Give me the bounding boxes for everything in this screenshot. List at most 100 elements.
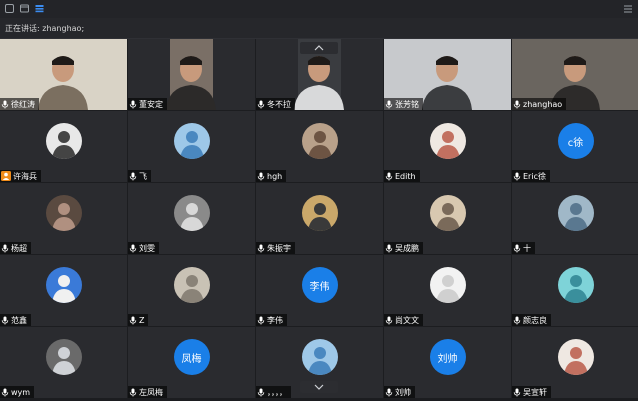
avatar-image [45,123,82,159]
participant-tile[interactable]: 刘雯 [128,183,255,254]
avatar-image [557,339,594,375]
avatar-text: 刘帅 [437,353,458,365]
fullscreen-icon[interactable] [19,3,30,14]
participant-tile[interactable]: 李伟 李伟 [256,255,383,326]
microphone-icon[interactable] [257,316,265,325]
participant-label: 冬不拉 [256,98,295,110]
microphone-icon[interactable] [1,244,9,253]
participant-label: Eric徐 [512,170,550,182]
participant-name: 杨超 [11,243,27,253]
participant-tile[interactable]: hgh [256,111,383,182]
participant-name: ，，，， [267,387,287,397]
microphone-icon[interactable] [513,172,521,181]
microphone-icon[interactable] [129,244,137,253]
microphone-icon[interactable] [1,388,9,397]
participant-name: 十 [523,243,531,253]
participant-label: 张芳铭 [384,98,423,110]
microphone-icon[interactable] [513,316,521,325]
participant-label: 十 [512,242,535,254]
avatar-image [45,339,82,375]
avatar: 李伟 [301,267,338,303]
participant-tile[interactable]: zhanghao [512,39,638,110]
participant-name: 刘雯 [139,243,155,253]
participant-tile[interactable]: c徐 Eric徐 [512,111,638,182]
participant-label: ，，，， [256,386,291,398]
microphone-icon[interactable] [513,100,521,109]
avatar-image [557,195,594,231]
speaking-bar: 正在讲话: zhanghao; [0,18,638,39]
participant-tile[interactable]: 飞 [128,111,255,182]
avatar: 刘帅 [429,339,466,375]
microphone-icon[interactable] [1,100,9,109]
microphone-icon[interactable] [513,244,521,253]
avatar: 凤梅 [173,339,210,375]
participant-name: 飞 [139,171,147,181]
participant-label: 许海兵 [0,170,41,182]
microphone-icon[interactable] [385,388,393,397]
participant-tile[interactable]: wym [0,327,127,398]
microphone-icon[interactable] [513,388,521,397]
participant-tile[interactable]: 凤梅 左凤梅 [128,327,255,398]
participant-tile[interactable]: 董安定 [128,39,255,110]
participant-label: hgh [256,170,287,182]
participant-tile[interactable]: 颜志良 [512,255,638,326]
participant-label: 刘帅 [384,386,415,398]
participant-name: 董安定 [139,99,163,109]
avatar-image [301,123,338,159]
participant-tile[interactable]: 范鑫 [0,255,127,326]
microphone-icon[interactable] [385,100,393,109]
avatar [557,195,594,231]
avatar [45,195,82,231]
microphone-icon[interactable] [257,172,265,181]
avatar [173,123,210,159]
participant-name: 徐红涛 [11,99,35,109]
scroll-up-button[interactable] [300,42,338,54]
participant-tile[interactable]: 刘帅 刘帅 [384,327,511,398]
participant-tile[interactable]: 朱振宇 [256,183,383,254]
participant-tile[interactable]: 许海兵 [0,111,127,182]
microphone-icon[interactable] [257,100,265,109]
participant-name: 范鑫 [11,315,27,325]
participant-label: Edith [384,170,420,182]
participant-name: 吴宣轩 [523,387,547,397]
microphone-icon[interactable] [385,244,393,253]
avatar [557,267,594,303]
avatar [45,123,82,159]
participant-tile[interactable]: 徐红涛 [0,39,127,110]
microphone-icon[interactable] [129,388,137,397]
participant-tile[interactable]: 张芳铭 [384,39,511,110]
microphone-icon[interactable] [129,100,137,109]
participant-tile[interactable]: 十 [512,183,638,254]
participant-tile[interactable]: Edith [384,111,511,182]
participant-label: 尚文文 [384,314,423,326]
microphone-icon[interactable] [129,316,137,325]
avatar [429,123,466,159]
participant-name: 张芳铭 [395,99,419,109]
participant-label: 飞 [128,170,151,182]
microphone-icon[interactable] [385,172,393,181]
scroll-down-button[interactable] [300,381,338,393]
participant-tile[interactable]: 尚文文 [384,255,511,326]
participant-tile[interactable]: Z [128,255,255,326]
grid-view-icon[interactable] [34,3,45,14]
participant-grid: 徐红涛 董安定 冬不拉 张芳铭 zhanghao 许海兵 飞 hgh Edith c徐 Eric徐杨… [0,39,638,401]
chevron-up-icon [314,45,324,51]
participant-tile[interactable]: 杨超 [0,183,127,254]
participant-tile[interactable]: 吴宣轩 [512,327,638,398]
microphone-icon[interactable] [257,388,265,397]
participant-label: 朱振宇 [256,242,295,254]
avatar-image [429,267,466,303]
microphone-icon[interactable] [257,244,265,253]
microphone-icon[interactable] [129,172,137,181]
avatar [557,339,594,375]
participant-tile[interactable]: 吴成鹏 [384,183,511,254]
avatar [301,195,338,231]
participant-name: Z [139,315,145,325]
minimize-icon[interactable] [4,3,15,14]
participant-label: 吴成鹏 [384,242,423,254]
menu-icon[interactable] [622,3,634,15]
avatar [429,267,466,303]
microphone-icon[interactable] [1,316,9,325]
microphone-icon[interactable] [385,316,393,325]
participant-label: 徐红涛 [0,98,39,110]
